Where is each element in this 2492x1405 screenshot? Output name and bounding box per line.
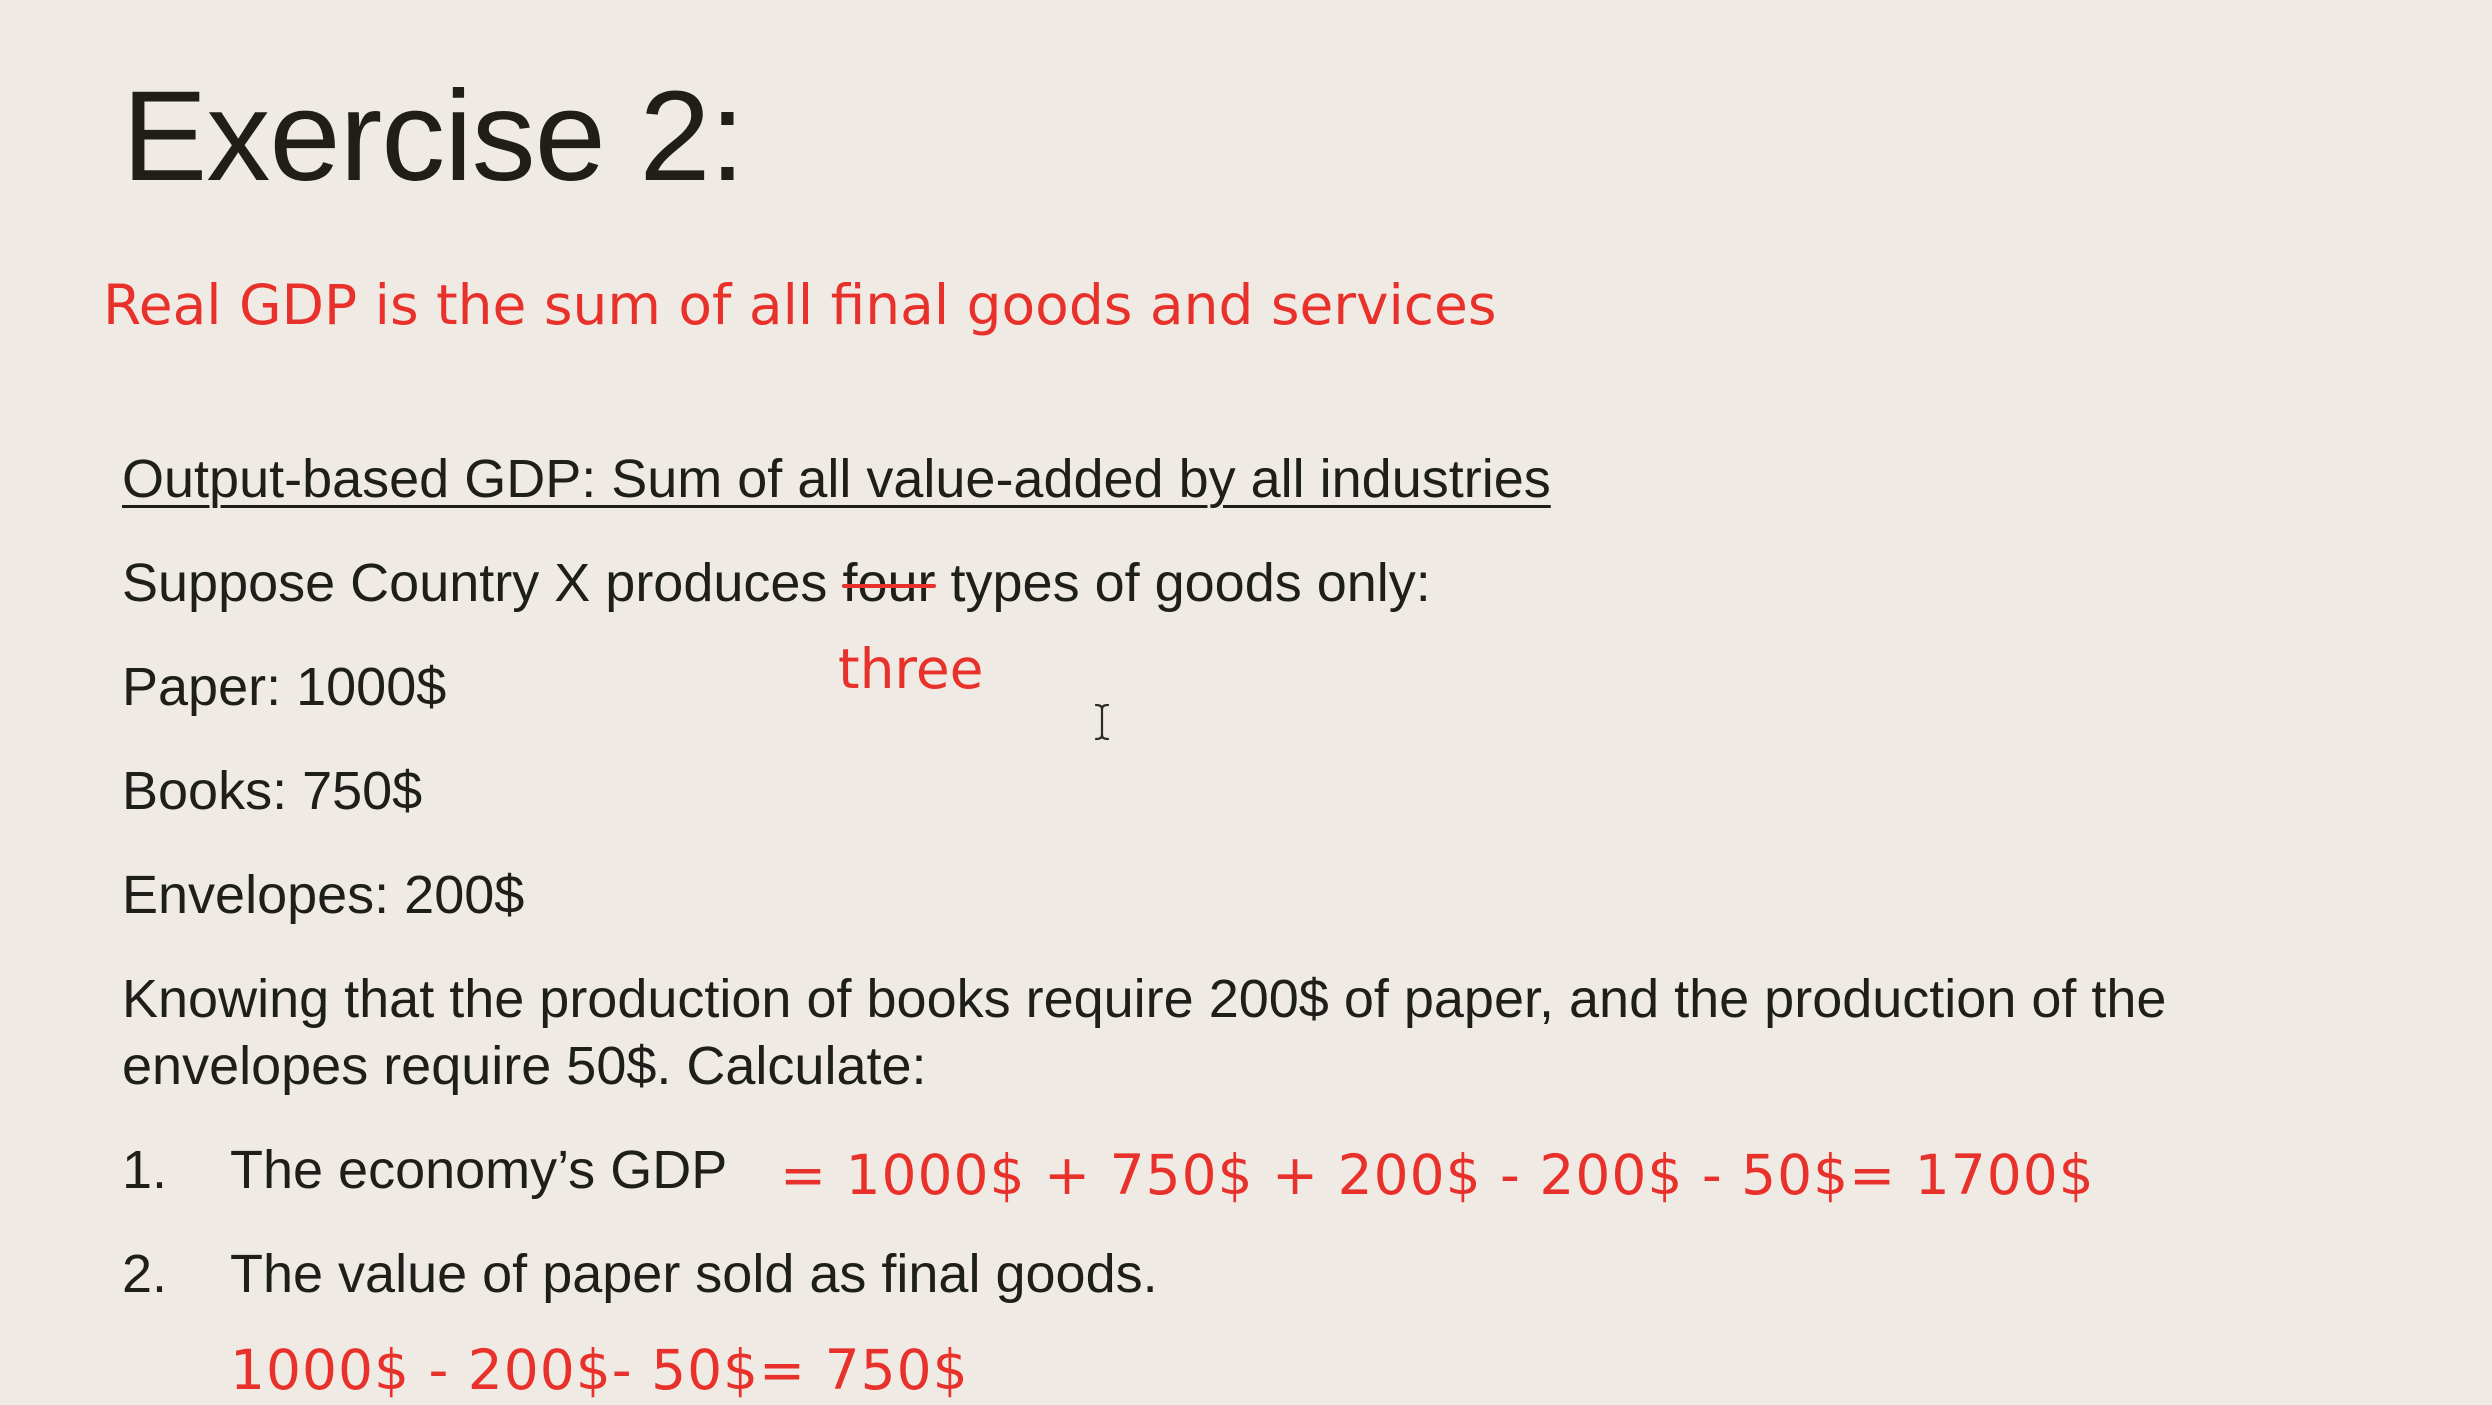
question-2-text: The value of paper sold as final goods. [230,1244,1158,1304]
struck-word: four [842,548,936,618]
section-heading: Output-based GDP: Sum of all value-added… [122,449,1551,509]
suppose-text-before: Suppose Country X produces [122,553,843,613]
slide-title: Exercise 2: [122,65,745,208]
strikethrough-mark [842,584,936,589]
question-1-text: The economy’s GDP [230,1140,728,1200]
envelopes-line: Envelopes: 200$ [122,865,525,925]
question-1-number: 1. [122,1140,168,1200]
question-2-answer-annotation: 1000$ - 200$- 50$= 750$ [230,1338,969,1402]
knowing-line-1: Knowing that the production of books req… [122,969,2167,1029]
definition-annotation: Real GDP is the sum of all final goods a… [103,273,1497,337]
question-2-number: 2. [122,1244,168,1304]
slide-canvas: { "slide": { "title": "Exercise 2:", "de… [0,0,2492,1402]
question-1-answer-annotation: = 1000$ + 750$ + 200$ - 200$ - 50$= 1700… [780,1143,2095,1207]
struck-word-text: four [842,553,936,613]
books-line: Books: 750$ [122,761,423,821]
text-cursor-icon [1093,703,1111,741]
suppose-line: Suppose Country X produces four types of… [122,548,1431,618]
knowing-line-2: envelopes require 50$. Calculate: [122,1036,927,1096]
correction-annotation: three [838,637,984,701]
suppose-text-after: types of goods only: [935,553,1431,613]
paper-line: Paper: 1000$ [122,657,447,717]
